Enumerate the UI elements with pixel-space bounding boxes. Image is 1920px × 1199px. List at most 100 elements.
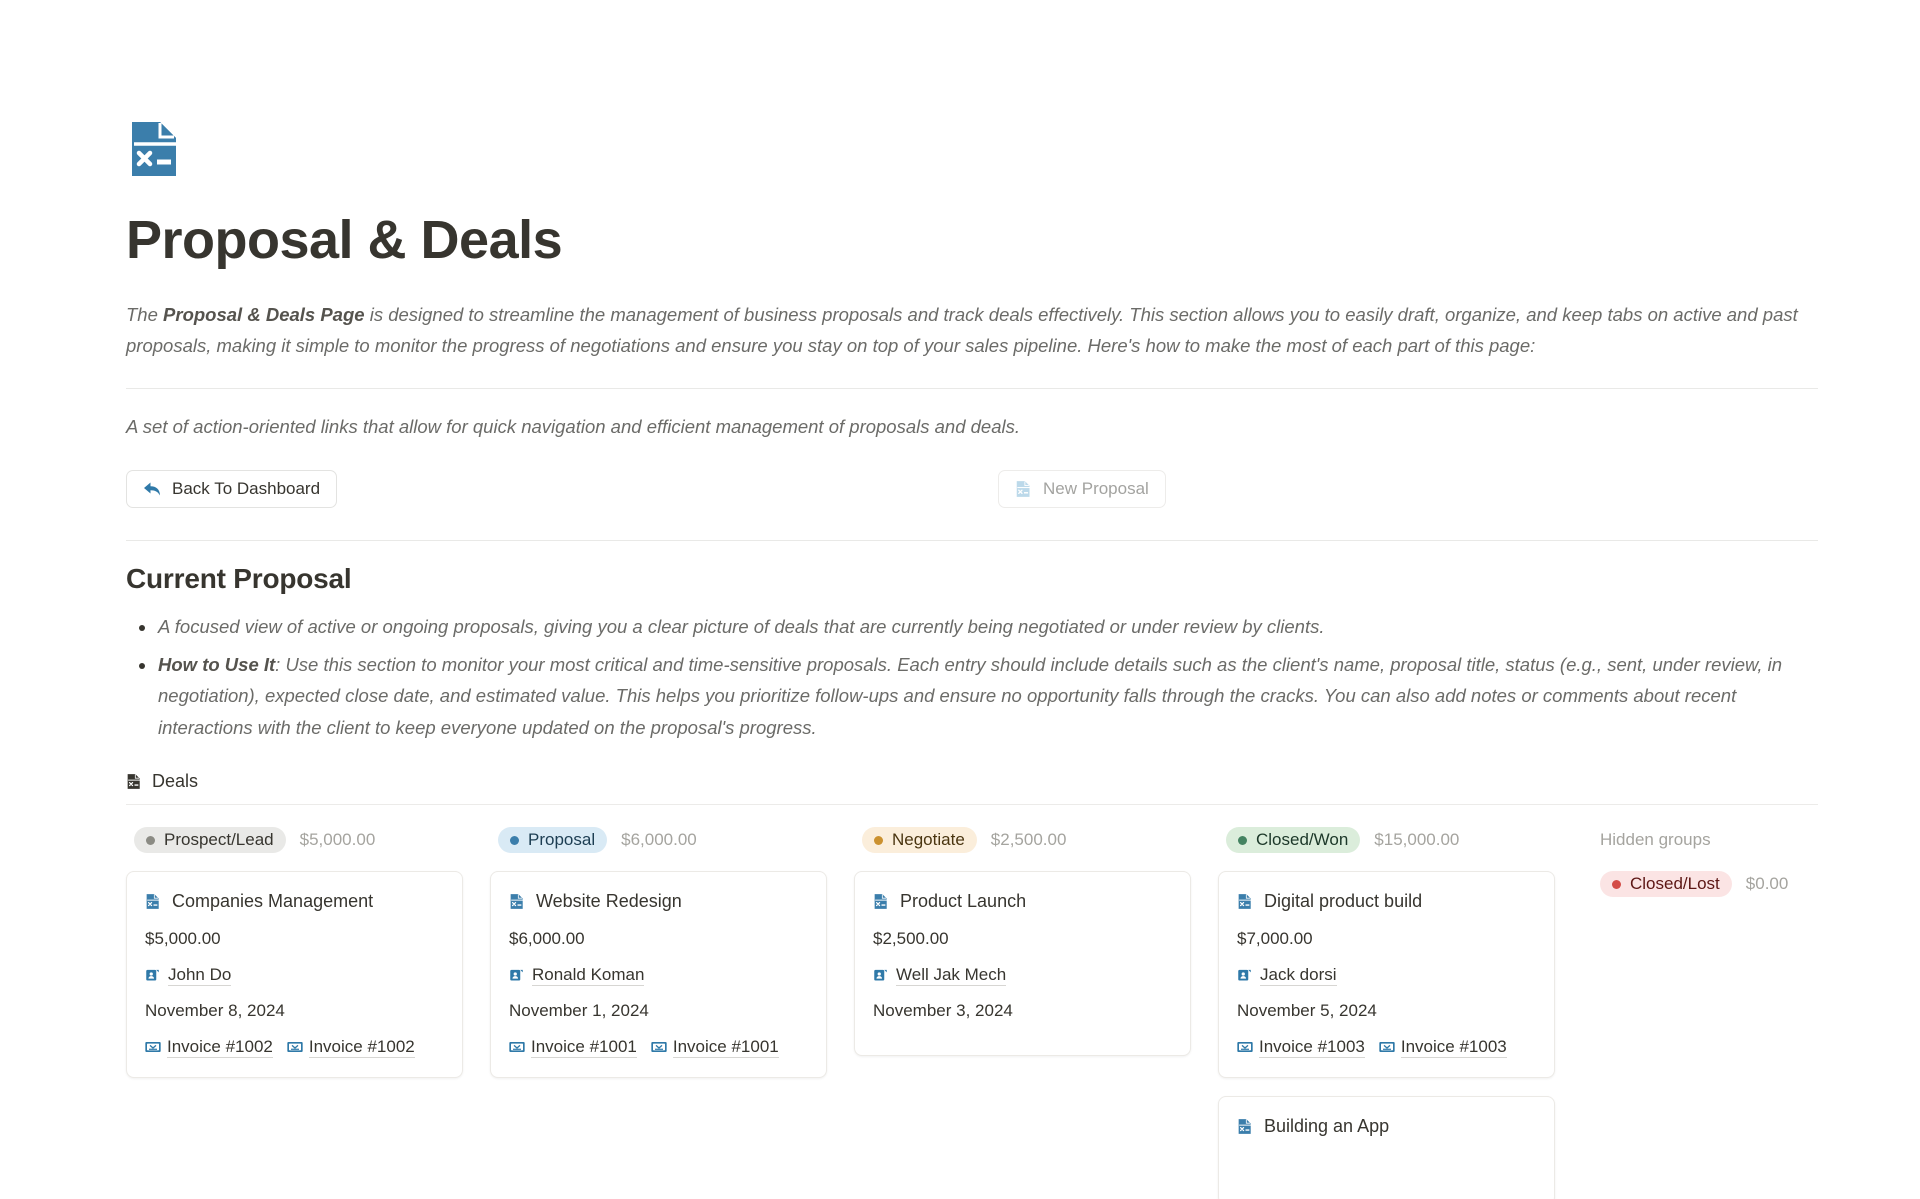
column-sum: $5,000.00 [299, 830, 376, 850]
invoice-money-icon [145, 1042, 161, 1053]
invoice-label: Invoice #1002 [308, 1037, 415, 1059]
contact-card-icon [874, 969, 887, 981]
new-proposal-document-icon [1016, 481, 1031, 498]
card-person-row[interactable]: Ronald Koman [509, 964, 808, 987]
card-document-icon [874, 893, 888, 909]
card-person-row[interactable]: Well Jak Mech [873, 964, 1172, 987]
card-title: Product Launch [900, 891, 1027, 912]
contact-card-icon [146, 969, 159, 981]
bullet-how-to-use-text: : Use this section to monitor your most … [158, 653, 1783, 738]
invoice-label: Invoice #1002 [167, 1037, 273, 1059]
hidden-groups-label: Hidden groups [1600, 830, 1711, 850]
invoice-link[interactable]: Invoice #1001 [651, 1036, 779, 1059]
kanban-column-header[interactable]: Proposal $6,000.00 [490, 827, 854, 854]
kanban-column: Prospect/Lead $5,000.00 Companies Managem… [126, 827, 490, 1096]
kanban-column-header[interactable]: Prospect/Lead $5,000.00 [126, 827, 490, 854]
back-to-dashboard-label: Back To Dashboard [172, 479, 321, 499]
hidden-group-row[interactable]: Closed/Lost $0.00 [1592, 871, 1920, 898]
kanban-column-header[interactable]: Closed/Won $15,000.00 [1218, 827, 1582, 854]
kanban-card[interactable]: Product Launch $2,500.00 Well Jak Mech Nov… [854, 871, 1191, 1057]
card-date: November 8, 2024 [145, 1001, 285, 1021]
card-invoice-list: Invoice #1003 Invoice #1003 [1237, 1036, 1536, 1059]
card-title-row: Digital product build [1237, 889, 1536, 913]
card-person-row[interactable]: Jack dorsi [1237, 964, 1536, 987]
new-proposal-button[interactable]: New Proposal [998, 470, 1166, 509]
quick-links-note: A set of action-oriented links that allo… [126, 415, 1021, 437]
invoice-money-icon [651, 1042, 667, 1053]
invoice-money-icon [287, 1042, 303, 1053]
deals-kanban-board: Prospect/Lead $5,000.00 Companies Managem… [126, 827, 1918, 1199]
card-person-row[interactable]: John Do [145, 964, 444, 987]
card-title-row: Companies Management [145, 889, 444, 913]
bullet-overview: A focused view of active or ongoing prop… [126, 611, 1818, 643]
kanban-card[interactable]: Companies Management $5,000.00 John Do Nov… [126, 871, 463, 1079]
card-document-icon [1238, 893, 1252, 909]
action-links: Back To Dashboard New Proposal [126, 470, 1864, 510]
invoice-link[interactable]: Invoice #1002 [287, 1036, 415, 1059]
page-title: Proposal & Deals [126, 210, 563, 270]
invoice-money-icon [1379, 1042, 1395, 1053]
status-label: Proposal [528, 830, 596, 850]
kanban-column: Negotiate $2,500.00 Product Launch $2,500.… [854, 827, 1218, 1074]
card-document-icon [1238, 1118, 1252, 1134]
new-proposal-label: New Proposal [1043, 479, 1149, 499]
deals-database-icon [127, 774, 141, 790]
invoice-money-icon [1237, 1042, 1253, 1053]
bullet-how-to-use-label: How to Use It [158, 653, 276, 675]
kanban-column: Proposal $6,000.00 Website Redesign $6,000… [490, 827, 854, 1096]
intro-lead: The [126, 303, 164, 325]
current-proposal-heading: Current Proposal [126, 563, 352, 595]
column-sum: $15,000.00 [1374, 830, 1460, 850]
status-dot-icon [1238, 835, 1247, 845]
status-badge[interactable]: Prospect/Lead [134, 827, 286, 854]
card-person-name: Ronald Koman [532, 965, 645, 987]
invoice-label: Invoice #1001 [531, 1037, 637, 1059]
card-person-name: John Do [168, 965, 232, 987]
invoice-link[interactable]: Invoice #1003 [1237, 1036, 1365, 1059]
card-person-name: Jack dorsi [1260, 965, 1337, 987]
invoice-link[interactable]: Invoice #1002 [145, 1036, 273, 1059]
invoice-document-icon [132, 122, 178, 176]
back-to-dashboard-button[interactable]: Back To Dashboard [126, 470, 338, 509]
back-arrow-icon [144, 482, 160, 496]
kanban-card[interactable]: Website Redesign $6,000.00 Ronald Koman No… [490, 871, 827, 1079]
card-person-name: Well Jak Mech [896, 965, 1007, 987]
status-dot-icon [146, 835, 155, 845]
card-invoice-list: Invoice #1001 Invoice #1001 [509, 1036, 808, 1059]
kanban-card[interactable]: Digital product build $7,000.00 Jack dors… [1218, 871, 1555, 1079]
card-title-row: Product Launch [873, 889, 1172, 913]
status-label: Closed/Won [1256, 830, 1349, 850]
card-title: Website Redesign [536, 891, 682, 912]
proposal-deals-page: Proposal & Deals The Proposal & Deals Pa… [0, 0, 1920, 1199]
status-label: Negotiate [892, 830, 965, 850]
invoice-label: Invoice #1001 [672, 1037, 779, 1059]
invoice-link[interactable]: Invoice #1001 [509, 1036, 637, 1059]
card-date: November 5, 2024 [1237, 1001, 1377, 1021]
kanban-card[interactable]: Building an App [1218, 1096, 1555, 1199]
column-sum: $2,500.00 [990, 830, 1067, 850]
card-title: Companies Management [172, 891, 374, 912]
status-dot-icon [510, 835, 519, 845]
bullet-how-to-use: How to Use It: Use this section to monit… [126, 649, 1818, 744]
status-dot-icon [874, 835, 883, 845]
deals-database-header[interactable]: Deals [126, 771, 1818, 806]
status-dot-icon [1612, 879, 1621, 889]
card-amount: $6,000.00 [509, 929, 585, 949]
status-badge[interactable]: Proposal [498, 827, 608, 854]
intro-rest: is designed to streamline the management… [126, 303, 1798, 357]
kanban-column: Closed/Won $15,000.00 Digital product bui… [1218, 827, 1582, 1199]
hidden-groups-column: Hidden groups Closed/Lost $0.00 [1582, 827, 1920, 898]
divider-top [126, 387, 1818, 389]
invoice-link[interactable]: Invoice #1003 [1379, 1036, 1507, 1059]
page-content: Proposal & Deals The Proposal & Deals Pa… [0, 0, 1920, 1199]
status-badge[interactable]: Closed/Won [1226, 827, 1361, 854]
status-badge[interactable]: Closed/Lost [1600, 871, 1732, 898]
contact-card-icon [1238, 969, 1251, 981]
column-sum: $6,000.00 [621, 830, 697, 850]
card-document-icon [510, 893, 524, 909]
card-document-icon [146, 893, 160, 909]
status-badge[interactable]: Negotiate [862, 827, 977, 854]
kanban-column-header[interactable]: Negotiate $2,500.00 [854, 827, 1218, 854]
card-title: Digital product build [1264, 891, 1423, 912]
status-label: Closed/Lost [1630, 874, 1720, 894]
